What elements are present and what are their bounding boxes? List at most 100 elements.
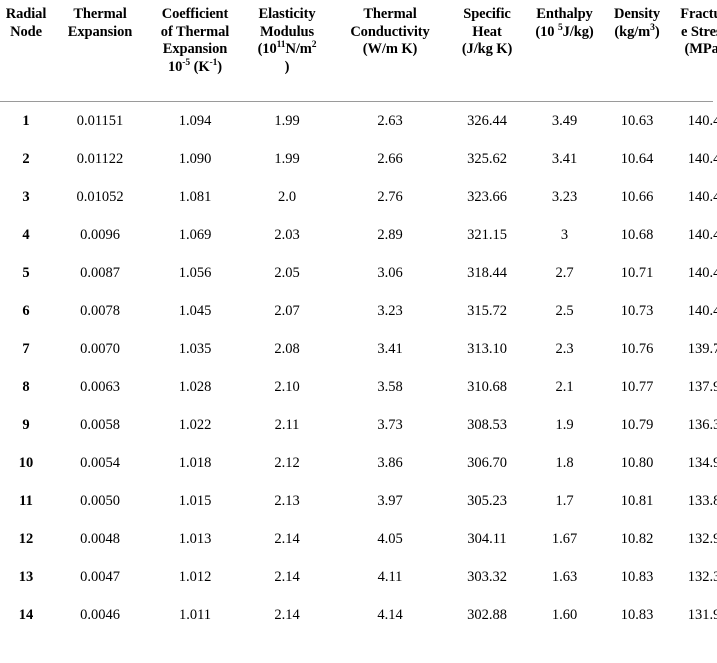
cell-thermal_expansion: 0.0046 [80,606,120,623]
cell-thermal_conductivity: 3.58 [377,378,403,395]
cell-density: 10.66 [620,188,654,205]
cell-thermal_conductivity: 3.86 [377,454,403,471]
header-line: Thermal [73,6,127,22]
cell-density: 10.80 [620,454,654,471]
cell-enthalpy: 2.5 [555,302,574,319]
radial-node-cell: 10 [18,454,34,471]
cell-elasticity_modulus: 2.14 [274,568,300,585]
cell-coeff_thermal_expansion: 1.094 [178,112,212,129]
column-header-radial-node: Radial Node [0,0,52,101]
cell-thermal_conductivity: 2.63 [377,112,403,129]
superscript: 5 [557,21,563,33]
cell-fracture_stress: 140.4 [687,302,717,319]
cell-coeff_thermal_expansion: 1.090 [178,150,212,167]
cell-specific_heat: 326.44 [467,112,507,129]
header-line: Conductivity [350,23,430,40]
cell-thermal_conductivity: 2.76 [377,188,403,205]
radial-node-cell: 11 [19,492,33,509]
cell-density: 10.63 [620,112,654,129]
cell-thermal_expansion: 0.0050 [80,492,120,509]
column-header-coefficient-of-thermal-expansion: Coefficient of Thermal Expansion 10-5 (K… [148,0,242,101]
cell-enthalpy: 1.8 [555,454,574,471]
column-header-thermal-conductivity: Thermal Conductivity (W/m K) [332,0,448,101]
cell-coeff_thermal_expansion: 1.056 [178,264,212,281]
cell-thermal_conductivity: 3.41 [377,340,403,357]
table-sheet: Radial Node Thermal Expansion Coefficien… [0,0,717,663]
cell-elasticity_modulus: 2.13 [274,492,300,509]
cell-coeff_thermal_expansion: 1.081 [178,188,212,205]
cell-coeff_thermal_expansion: 1.018 [178,454,212,471]
cell-thermal_expansion: 0.01052 [76,188,124,205]
cell-enthalpy: 3.49 [551,112,578,129]
cell-thermal_conductivity: 4.14 [377,606,403,623]
cell-enthalpy: 2.7 [555,264,574,281]
cell-enthalpy: 1.9 [555,416,574,433]
cell-fracture_stress: 136.3 [687,416,717,433]
radial-node-cell: 4 [22,226,30,243]
cell-specific_heat: 310.68 [467,378,507,395]
cell-density: 10.83 [620,606,654,623]
cell-enthalpy: 2.3 [555,340,574,357]
cell-specific_heat: 323.66 [467,188,507,205]
table-body: 1 0.01151 1.094 1.99 2.63 326.44 3.49 10.63 140.… [0,102,717,634]
column-header-enthalpy: Enthalpy (10 5J/kg) [526,0,603,101]
table-row: 2 0.01122 1.090 1.99 2.66 325.62 3.41 10.64 140.… [0,140,717,178]
cell-elasticity_modulus: 2.08 [274,340,300,357]
cell-specific_heat: 305.23 [467,492,507,509]
column-header-thermal-expansion: Thermal Expansion [52,0,148,101]
superscript: 3 [650,21,655,33]
header-line: Heat [472,23,502,40]
material-properties-table: Radial Node Thermal Expansion Coefficien… [0,0,717,634]
cell-thermal_conductivity: 2.89 [377,226,403,243]
cell-coeff_thermal_expansion: 1.022 [178,416,212,433]
cell-thermal_expansion: 0.0078 [80,302,120,319]
cell-thermal_conductivity: 4.05 [377,530,403,547]
header-line: Radial [5,6,47,22]
cell-thermal_expansion: 0.0058 [80,416,120,433]
cell-enthalpy: 3.23 [551,188,578,205]
cell-thermal_expansion: 0.0054 [80,454,120,471]
cell-fracture_stress: 140.4 [687,112,717,129]
radial-node-cell: 12 [18,530,34,547]
cell-elasticity_modulus: 2.0 [277,188,297,205]
cell-coeff_thermal_expansion: 1.013 [178,530,212,547]
superscript: 2 [311,39,317,51]
cell-specific_heat: 315.72 [467,302,507,319]
cell-thermal_conductivity: 3.06 [377,264,403,281]
header-line: Specific [463,6,511,22]
header-line-units: 10-5 (K-1) [167,56,223,75]
cell-fracture_stress: 132.9 [687,530,717,547]
table-row: 6 0.0078 1.045 2.07 3.23 315.72 2.5 10.73 140.4 [0,292,717,330]
cell-specific_heat: 308.53 [467,416,507,433]
header-line: Expansion [67,23,133,40]
cell-elasticity_modulus: 2.11 [274,416,300,433]
cell-fracture_stress: 139.7 [687,340,717,357]
cell-elasticity_modulus: 2.10 [274,378,300,395]
cell-density: 10.71 [620,264,654,281]
cell-enthalpy: 2.1 [555,378,574,395]
radial-node-cell: 1 [22,112,30,129]
cell-thermal_expansion: 0.01151 [76,112,124,129]
cell-density: 10.81 [620,492,654,509]
cell-specific_heat: 302.88 [467,606,507,623]
header-line-units: (kg/m3) [614,21,660,40]
cell-elasticity_modulus: 2.14 [274,530,300,547]
cell-coeff_thermal_expansion: 1.015 [178,492,212,509]
cell-specific_heat: 313.10 [467,340,507,357]
header-line: Node [10,23,42,40]
cell-elasticity_modulus: 2.03 [274,226,300,243]
header-line: Thermal [363,6,417,22]
cell-fracture_stress: 140.4 [687,150,717,167]
header-line: Modulus [259,23,315,40]
radial-node-cell: 8 [22,378,30,395]
column-header-elasticity-modulus: Elasticity Modulus (1011N/m2 ) [242,0,332,101]
cell-specific_heat: 304.11 [467,530,507,547]
cell-density: 10.82 [620,530,654,547]
cell-coeff_thermal_expansion: 1.011 [178,606,212,623]
cell-fracture_stress: 133.8 [687,492,717,509]
header-line: Fractur [680,6,717,22]
table-row: 8 0.0063 1.028 2.10 3.58 310.68 2.1 10.77 137.9 [0,368,717,406]
cell-enthalpy: 1.63 [551,568,578,585]
cell-thermal_expansion: 0.0063 [80,378,120,395]
header-line: Density [613,6,661,22]
